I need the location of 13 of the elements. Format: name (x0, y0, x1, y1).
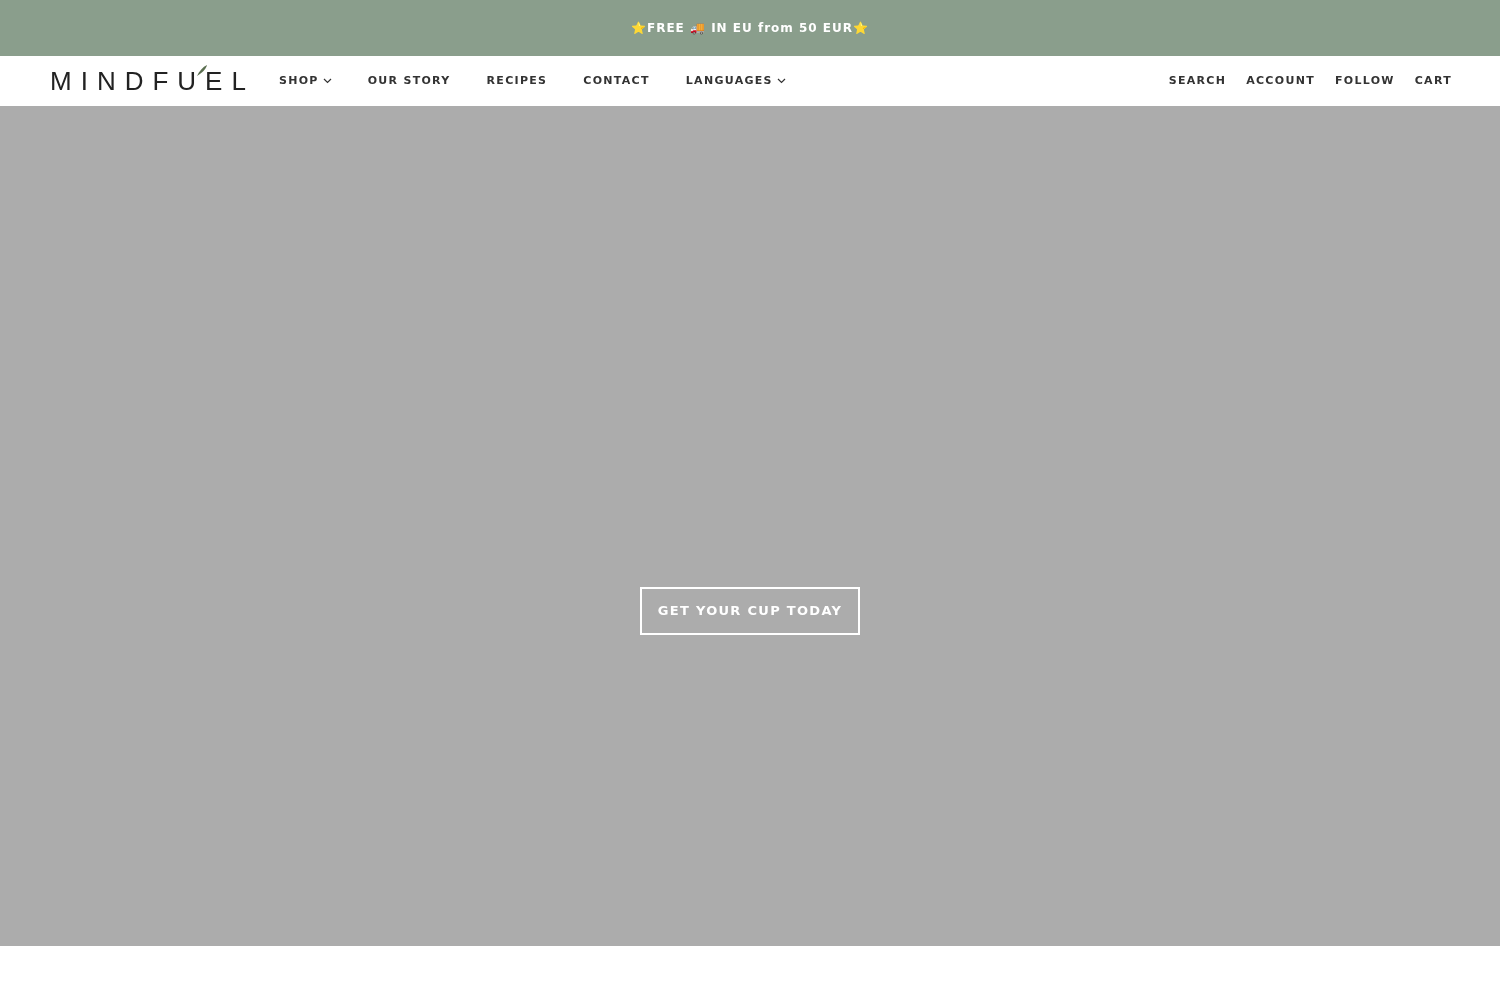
nav-link[interactable]: OUR STORY (367, 72, 451, 90)
logo[interactable]: MINDFUEL (50, 61, 255, 101)
header-link[interactable]: ACCOUNT (1246, 72, 1315, 90)
nav-link[interactable]: CONTACT (583, 72, 650, 90)
chevron-down-icon (776, 78, 786, 84)
nav-link[interactable]: SHOP (278, 72, 332, 90)
header-link[interactable]: FOLLOW (1334, 72, 1395, 90)
announcement-text: ⭐FREE 🚚 IN EU from 50 EUR⭐ (630, 20, 870, 37)
nav-link[interactable]: LANGUAGES (685, 72, 786, 90)
header-link[interactable]: CART (1414, 72, 1452, 90)
nav-link[interactable]: RECIPES (486, 72, 548, 90)
header-link[interactable]: SEARCH (1168, 72, 1227, 90)
chevron-down-icon (322, 78, 332, 84)
